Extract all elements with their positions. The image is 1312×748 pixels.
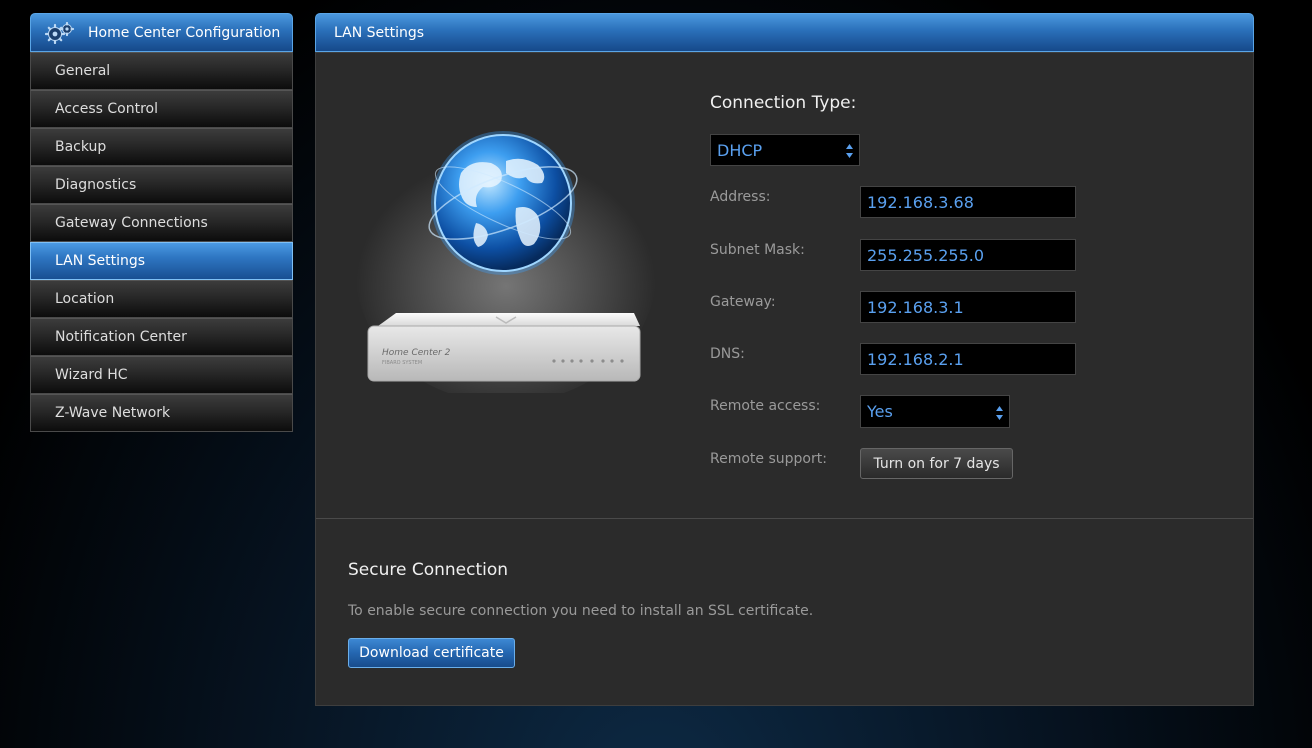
sidebar-item-access-control[interactable]: Access Control — [30, 90, 293, 128]
sidebar-item-gateway-connections[interactable]: Gateway Connections — [30, 204, 293, 242]
connection-type-value: DHCP — [717, 140, 763, 160]
sidebar-item-label: Access Control — [55, 101, 158, 117]
panel-header: LAN Settings — [315, 13, 1254, 52]
section-divider — [316, 518, 1253, 519]
sidebar-item-label: LAN Settings — [55, 253, 146, 269]
remote-support-label: Remote support: — [710, 451, 827, 467]
sidebar-item-label: Diagnostics — [55, 177, 137, 193]
remote-support-button[interactable]: Turn on for 7 days — [860, 448, 1013, 479]
secure-connection-title: Secure Connection — [348, 560, 509, 580]
remote-access-select[interactable]: Yes — [860, 395, 1010, 428]
up-down-arrows-icon — [846, 143, 853, 158]
sidebar-item-label: Backup — [55, 139, 107, 155]
sidebar-item-diagnostics[interactable]: Diagnostics — [30, 166, 293, 204]
dns-label: DNS: — [710, 346, 745, 362]
up-down-arrows-icon — [996, 405, 1003, 420]
address-input[interactable]: 192.168.3.68 — [860, 186, 1076, 218]
sidebar-item-location[interactable]: Location — [30, 280, 293, 318]
sidebar-item-z-wave-network[interactable]: Z-Wave Network — [30, 394, 293, 432]
sidebar-item-general[interactable]: General — [30, 52, 293, 90]
sidebar-item-label: Location — [55, 291, 115, 307]
gears-icon — [44, 21, 75, 44]
sidebar-item-label: Gateway Connections — [55, 215, 208, 231]
sidebar-item-label: Z-Wave Network — [55, 405, 171, 421]
sidebar-item-label: General — [55, 63, 111, 79]
subnet-mask-label: Subnet Mask: — [710, 242, 805, 258]
sidebar-header: Home Center Configuration — [30, 13, 293, 52]
device-sublabel: FIBARO SYSTEM — [382, 360, 422, 366]
connection-type-select[interactable]: DHCP — [710, 134, 860, 166]
sidebar-item-label: Wizard HC — [55, 367, 128, 383]
sidebar-item-label: Notification Center — [55, 329, 187, 345]
remote-access-label: Remote access: — [710, 398, 821, 414]
gateway-label: Gateway: — [710, 294, 776, 310]
panel-title: LAN Settings — [334, 24, 425, 41]
subnet-mask-input[interactable]: 255.255.255.0 — [860, 239, 1076, 271]
sidebar-item-notification-center[interactable]: Notification Center — [30, 318, 293, 356]
dns-input[interactable]: 192.168.2.1 — [860, 343, 1076, 375]
globe-router-illustration: Home Center 2 FIBARO SYSTEM — [356, 113, 656, 403]
main-panel: LAN Settings Home Center 2 FIBARO SYSTEM… — [315, 13, 1254, 706]
address-label: Address: — [710, 189, 771, 205]
sidebar-item-wizard-hc[interactable]: Wizard HC — [30, 356, 293, 394]
sidebar: Home Center Configuration General Access … — [30, 13, 293, 432]
remote-access-value: Yes — [867, 402, 893, 421]
connection-type-title: Connection Type: — [710, 93, 857, 113]
sidebar-title: Home Center Configuration — [88, 24, 281, 41]
download-certificate-button[interactable]: Download certificate — [348, 638, 515, 668]
sidebar-item-backup[interactable]: Backup — [30, 128, 293, 166]
sidebar-item-lan-settings[interactable]: LAN Settings — [30, 242, 293, 280]
device-label: Home Center 2 — [382, 348, 451, 358]
gateway-input[interactable]: 192.168.3.1 — [860, 291, 1076, 323]
secure-connection-text: To enable secure connection you need to … — [348, 603, 814, 619]
panel-body: Home Center 2 FIBARO SYSTEM Connection T… — [315, 52, 1254, 706]
